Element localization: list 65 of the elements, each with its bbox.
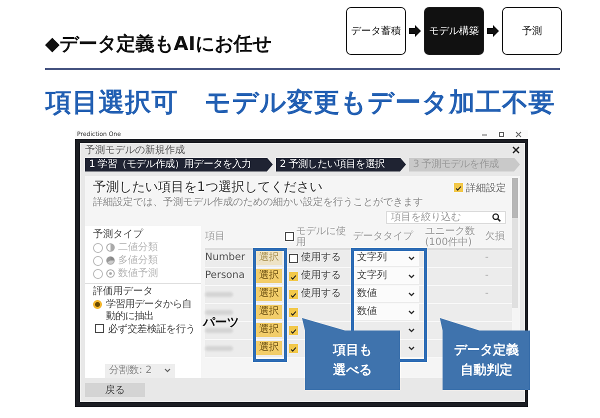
- chevron-icon: [164, 368, 171, 373]
- option-label: 数値予測: [118, 268, 159, 280]
- pie-icon: [106, 256, 115, 265]
- option-label: 多値分類: [118, 254, 159, 266]
- section-label: 予測タイプ: [93, 228, 144, 240]
- close-icon[interactable]: [512, 146, 520, 154]
- chevron-icon[interactable]: [408, 328, 415, 332]
- annotation-label: パーツ: [203, 314, 239, 331]
- column-header: モデルに使用: [296, 226, 347, 248]
- checkbox[interactable]: [289, 254, 298, 262]
- checkbox-label: 使用する: [301, 288, 341, 300]
- search-icon: [492, 212, 501, 222]
- chevron-icon[interactable]: [408, 346, 415, 350]
- option-label: 二値分類: [118, 242, 159, 254]
- wizard-step: 1 学習（モデル作成）用データを入力: [85, 158, 273, 172]
- column-header: ユニーク数(100件中): [425, 226, 476, 248]
- checkbox-label: 必ず交差検証を行う: [108, 324, 196, 336]
- select-button[interactable]: 選択: [256, 341, 282, 355]
- prompt-heading: 予測したい項目を1つ選択してください: [93, 180, 322, 196]
- chevron-icon: [408, 292, 415, 296]
- half-circle-icon: [106, 243, 115, 252]
- folds-dropdown[interactable]: 分割数: 2: [105, 364, 175, 378]
- data-type-dropdown[interactable]: 文字列: [353, 250, 419, 266]
- column-header: データタイプ: [353, 231, 414, 242]
- data-type-dropdown[interactable]: 数値: [353, 286, 419, 302]
- process-step: モデル構築: [424, 7, 484, 55]
- wizard-step: 2 予測したい項目を選択: [276, 158, 406, 172]
- checkbox-label: 詳細設定: [466, 182, 506, 194]
- select-button[interactable]: 選択: [256, 269, 282, 283]
- table-cell: -: [485, 252, 489, 264]
- select-button[interactable]: 選択: [256, 305, 282, 319]
- table-cell: -: [485, 270, 489, 282]
- circle-icon: [106, 269, 115, 278]
- slide-heading: ◆データ定義もAIにお任せ: [45, 32, 272, 56]
- arrow-icon: [487, 25, 499, 37]
- slide-tagline: 項目選択可 モデル変更もデータ加工不要: [44, 86, 556, 120]
- data-type-dropdown[interactable]: 数値: [353, 304, 419, 320]
- select-button[interactable]: 選択: [256, 323, 282, 337]
- select-button[interactable]: 選択: [256, 287, 282, 301]
- chevron-icon: [408, 310, 415, 314]
- column-header: 項目: [205, 231, 226, 242]
- table-cell: Number: [205, 252, 246, 264]
- chevron-icon: [408, 274, 415, 278]
- callout-text: 項目も選べる: [332, 342, 373, 380]
- column-header: 欠損: [485, 231, 506, 242]
- option-label: 学習用データから自動的に抽出: [106, 298, 192, 322]
- process-step: 予測: [502, 7, 562, 55]
- checkbox-label: 使用する: [301, 252, 341, 264]
- dialog-title: 予測モデルの新規作成: [85, 144, 185, 157]
- table-cell: -: [485, 288, 489, 300]
- description-text: 詳細設定では、予測モデル作成のための細かい設定を行うことができます: [93, 196, 424, 208]
- maximize-icon[interactable]: [498, 130, 505, 138]
- checkbox[interactable]: [285, 232, 294, 241]
- chevron-icon: [408, 256, 415, 260]
- back-button[interactable]: 戻る: [85, 382, 145, 396]
- radio-button[interactable]: [93, 300, 102, 308]
- table-cell: Persona: [205, 270, 245, 282]
- checkbox[interactable]: [95, 324, 104, 332]
- callout-text: データ定義自動判定: [453, 342, 520, 380]
- checkbox-label: 使用する: [301, 270, 341, 282]
- section-label: 評価用データ: [93, 286, 154, 298]
- data-type-dropdown[interactable]: 文字列: [353, 268, 419, 284]
- process-step: データ蓄積: [346, 7, 406, 55]
- arrow-icon: [409, 25, 421, 37]
- scrollbar[interactable]: [512, 178, 518, 308]
